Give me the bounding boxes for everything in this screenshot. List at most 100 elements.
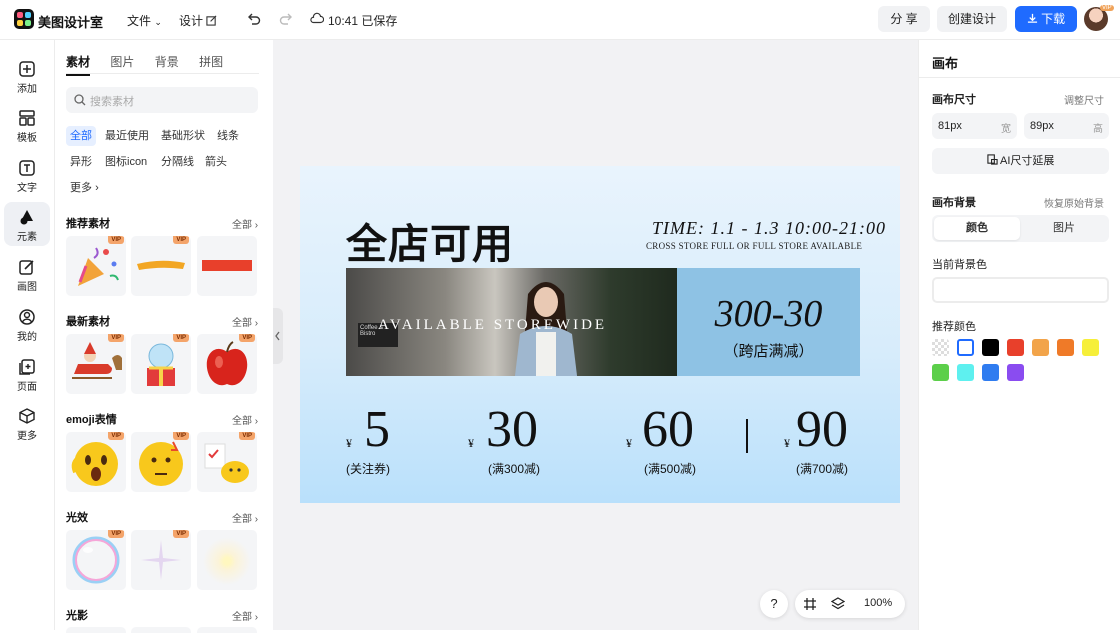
collapse-panel-button[interactable] [273, 308, 283, 364]
material-tile[interactable]: VIP [131, 236, 191, 296]
share-button[interactable]: 分 享 [878, 6, 930, 32]
section-more-emoji[interactable]: 全部 › [232, 412, 258, 427]
design-menu[interactable]: 设计 [179, 12, 217, 29]
width-field[interactable]: 81px 宽 [932, 113, 1017, 139]
offer-main: 300-30 [714, 293, 823, 335]
chevron-left-icon [275, 331, 280, 341]
color-swatch[interactable] [982, 364, 999, 381]
material-tile[interactable]: VIP [197, 432, 257, 492]
ai-expand-label: AI尺寸延展 [1000, 155, 1055, 167]
material-tile[interactable] [197, 530, 257, 590]
color-swatch[interactable] [1007, 339, 1024, 356]
bubble-icon [72, 536, 120, 584]
nav-text[interactable]: 文字 [4, 153, 50, 197]
download-button[interactable]: 下载 [1015, 6, 1077, 32]
material-tile[interactable] [131, 627, 191, 633]
artwork-time[interactable]: TIME: 1.1 - 1.3 10:00-21:00 [652, 218, 886, 239]
section-more-light-effects[interactable]: 全部 › [232, 510, 258, 525]
section-more-recommended[interactable]: 全部 › [232, 216, 258, 231]
nav-more[interactable]: 更多 [4, 401, 50, 445]
artwork-photo[interactable]: Coffee & Bistro AVAILABLE STOREWIDE [346, 268, 677, 376]
chip-recent[interactable]: 最近使用 [101, 126, 153, 146]
chip-irregular[interactable]: 异形 [66, 152, 96, 172]
design-canvas[interactable]: 全店可用 TIME: 1.1 - 1.3 10:00-21:00 CROSS S… [300, 166, 900, 503]
height-field[interactable]: 89px 高 [1024, 113, 1109, 139]
undo-icon[interactable] [246, 11, 262, 27]
color-swatch[interactable] [957, 364, 974, 381]
chip-dividers[interactable]: 分隔线 [157, 152, 198, 172]
ai-expand-button[interactable]: AI尺寸延展 [932, 148, 1109, 174]
coupon-note: (满700减) [796, 462, 849, 476]
artwork-title[interactable]: 全店可用 [346, 210, 514, 270]
color-swatch[interactable] [1082, 339, 1099, 356]
nav-elements[interactable]: 元素 [4, 202, 50, 246]
material-tile[interactable]: VIP [131, 334, 191, 394]
nav-template[interactable]: 模板 [4, 103, 50, 147]
party-popper-icon [78, 247, 119, 286]
section-more-latest[interactable]: 全部 › [232, 314, 258, 329]
chip-lines[interactable]: 线条 [213, 126, 243, 146]
redo-icon[interactable] [278, 11, 294, 27]
create-design-button[interactable]: 创建设计 [937, 6, 1007, 32]
canvas-bg-label: 画布背景 [932, 197, 976, 209]
chip-arrows[interactable]: 箭头 [201, 152, 231, 172]
material-tile[interactable]: VIP [66, 334, 126, 394]
chip-more[interactable]: 更多 › [66, 178, 103, 198]
material-tile[interactable]: VIP [131, 530, 191, 590]
chip-all[interactable]: 全部 [66, 126, 96, 146]
chip-icons[interactable]: 图标icon [101, 152, 151, 172]
chip-basic-shapes[interactable]: 基础形状 [157, 126, 209, 146]
color-swatch[interactable] [1057, 339, 1074, 356]
panel-tabs: 素材 图片 背景 拼图 [66, 53, 240, 76]
bg-type-toggle: 颜色 图片 [932, 215, 1109, 242]
more-label: 全部 [232, 220, 252, 231]
width-value: 81px [938, 120, 962, 132]
section-title-recommended: 推荐素材 [66, 218, 110, 230]
swatch-transparent[interactable] [932, 339, 949, 356]
zoom-level[interactable]: 100% [864, 597, 892, 609]
material-tile[interactable] [197, 627, 257, 633]
nav-more-label: 更多 [17, 431, 37, 442]
coupon-amount: 60 [642, 401, 694, 458]
color-swatch[interactable] [1032, 339, 1049, 356]
restore-bg-link[interactable]: 恢复原始背景 [1044, 195, 1104, 210]
nav-draw[interactable]: 画图 [4, 252, 50, 296]
color-swatch[interactable] [957, 339, 974, 356]
nav-mine[interactable]: 我的 [4, 302, 50, 346]
material-tile[interactable]: VIP [66, 530, 126, 590]
file-menu[interactable]: 文件 ⌄ [127, 12, 162, 29]
nav-add[interactable]: 添加 [4, 54, 50, 98]
search-input[interactable]: 搜索素材 [66, 87, 258, 113]
tab-collage[interactable]: 拼图 [199, 53, 223, 70]
color-swatch[interactable] [982, 339, 999, 356]
current-bg-swatch[interactable] [932, 277, 1109, 303]
brand-name: 美图设计室 [38, 15, 104, 30]
material-tile[interactable]: VIP [131, 432, 191, 492]
artwork-subtitle[interactable]: CROSS STORE FULL OR FULL STORE AVAILABLE [646, 241, 862, 251]
grid-icon[interactable] [803, 597, 817, 611]
app-logo-icon[interactable] [14, 9, 34, 29]
seg-image[interactable]: 图片 [1021, 217, 1107, 240]
coupon-note: (满300减) [488, 462, 541, 476]
nav-page[interactable]: 页面 [4, 352, 50, 396]
section-more-light-shadow[interactable]: 全部 › [232, 608, 258, 623]
tab-images[interactable]: 图片 [110, 53, 134, 70]
resize-link[interactable]: 调整尺寸 [1064, 92, 1104, 107]
help-button[interactable]: ? [760, 590, 788, 618]
seg-color[interactable]: 颜色 [934, 217, 1020, 240]
material-tile[interactable]: VIP [66, 432, 126, 492]
color-swatch[interactable] [1007, 364, 1024, 381]
material-tile[interactable] [66, 627, 126, 633]
tab-backgrounds[interactable]: 背景 [155, 53, 179, 70]
material-tile[interactable]: VIP [197, 334, 257, 394]
coupon-yen: ¥ [784, 436, 790, 450]
top-bar: 美图设计室 文件 ⌄ 设计 10:41 已保存 分 享 创建设计 下载 VIP [0, 0, 1120, 40]
vip-badge: VIP [173, 530, 189, 538]
material-tile[interactable] [197, 236, 257, 296]
offer-box[interactable]: 300-30 （跨店满减） [677, 268, 860, 376]
download-label: 下载 [1041, 12, 1066, 26]
design-menu-label: 设计 [179, 14, 204, 28]
color-swatch[interactable] [932, 364, 949, 381]
material-tile[interactable]: VIP [66, 236, 126, 296]
layers-icon[interactable] [831, 597, 845, 611]
